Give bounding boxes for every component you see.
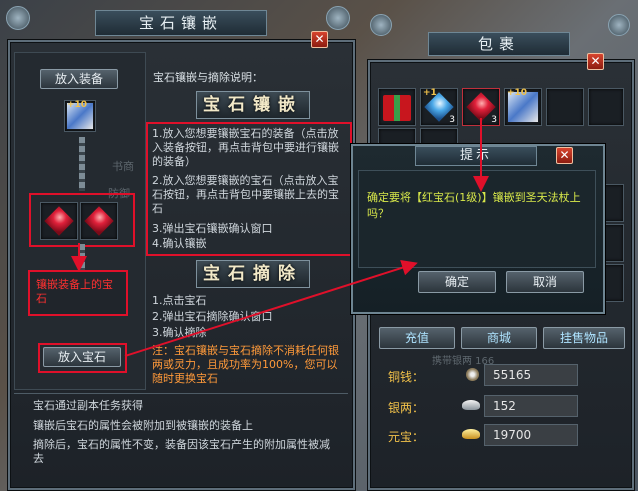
- inlaid-gem-label-box: 镶嵌装备上的宝石: [28, 270, 128, 316]
- put-equip-button[interactable]: 放入装备: [40, 69, 118, 89]
- instructions-header: 宝石镶嵌与摘除说明：: [153, 71, 263, 84]
- gem-inlay-title: 宝石镶嵌: [95, 10, 267, 36]
- gem-inlay-close-button[interactable]: ✕: [311, 31, 328, 48]
- equip-badge: +10: [67, 100, 88, 110]
- bag-close-button[interactable]: ✕: [587, 53, 604, 70]
- bag-slot-red-gem[interactable]: 3: [462, 88, 500, 126]
- bag-slot-blue-gem[interactable]: +1 3: [420, 88, 458, 126]
- remove-banner: 宝石摘除: [196, 260, 310, 288]
- footer-line-2: 镶嵌后宝石的属性会被附加到被镶嵌的装备上: [33, 419, 253, 432]
- footer-line-3: 摘除后，宝石的属性不变，装备因该宝石产生的附加属性被减去: [33, 438, 330, 465]
- dialog-close-button[interactable]: ✕: [556, 147, 573, 164]
- gold-ingot-icon: [462, 429, 480, 439]
- bag-title: 包裹: [428, 32, 570, 56]
- item-count-2: 3: [491, 115, 497, 125]
- item-badge-1: +1: [423, 88, 437, 98]
- dialog-cancel-button[interactable]: 取消: [506, 271, 584, 293]
- inlay-banner: 宝石镶嵌: [196, 91, 310, 119]
- dialog-message: 确定要将【红宝石(1级)】镶嵌到圣天法杖上吗？: [367, 191, 581, 220]
- chain-connector-lower-icon: [79, 244, 85, 270]
- currency-label: 银两：: [388, 401, 425, 415]
- bag-slot-empty[interactable]: [588, 88, 624, 126]
- gem-slot-2[interactable]: [80, 202, 118, 240]
- chain-connector-icon: [79, 137, 85, 191]
- silver-ingot-icon: [462, 400, 480, 410]
- silver-value: 152: [493, 399, 516, 413]
- inlay-step-1: 1.放入您想要镶嵌宝石的装备（点击放入装备按钮，再点击背包中要进行镶嵌的装备）: [152, 127, 339, 168]
- inlay-step-3: 3.弹出宝石镶嵌确认窗口: [152, 222, 273, 235]
- inlaid-gem-label: 镶嵌装备上的宝石: [36, 278, 113, 305]
- recharge-button[interactable]: 充值: [379, 327, 455, 349]
- red-gem-icon: [84, 206, 114, 236]
- copper-value: 55165: [493, 368, 532, 382]
- bag-slot-gift[interactable]: [378, 88, 416, 126]
- dialog-title: 提示: [415, 146, 537, 166]
- mall-button[interactable]: 商城: [461, 327, 537, 349]
- bag-window-ornament-left: [370, 14, 392, 36]
- bag-window-ornament-right: [608, 14, 630, 36]
- remove-step-1: 1.点击宝石: [152, 294, 207, 307]
- currency-label: 铜钱：: [388, 370, 425, 384]
- left-window-ornament-right: [322, 2, 352, 32]
- faded-bg-text-1: 书商: [112, 160, 134, 173]
- footer-divider: [14, 393, 348, 394]
- remove-note: 注：宝石镶嵌与宝石摘除不消耗任何银两或灵力，且成功率为100%，您可以随时更换宝…: [152, 344, 339, 385]
- inlay-step-4: 4.确认镶嵌: [152, 237, 207, 250]
- item-count-1: 3: [449, 115, 455, 125]
- gift-box-icon: [383, 95, 411, 121]
- bag-slot-empty[interactable]: [546, 88, 584, 126]
- copper-coin-icon: [466, 368, 479, 381]
- inlay-step-2: 2.放入您想要镶嵌的宝石（点击放入宝石按钮，再点击背包中要镶嵌上去的宝石: [152, 174, 339, 215]
- remove-step-2: 2.弹出宝石摘除确认窗口: [152, 310, 273, 323]
- left-window-ornament-left: [2, 2, 32, 32]
- currency-label: 元宝：: [388, 430, 425, 444]
- bag-slot-staff[interactable]: +10: [504, 88, 542, 126]
- red-gem-icon: [44, 206, 74, 236]
- dialog-ok-button[interactable]: 确定: [418, 271, 496, 293]
- gem-slot-1[interactable]: [40, 202, 78, 240]
- item-badge-2: +10: [507, 88, 528, 98]
- currency-row-copper: 铜钱： 55165: [380, 364, 624, 386]
- put-gem-button[interactable]: 放入宝石: [43, 347, 121, 367]
- consign-items-button[interactable]: 挂售物品: [543, 327, 625, 349]
- remove-step-3: 3.确认摘除: [152, 326, 207, 339]
- footer-line-1: 宝石通过副本任务获得: [33, 399, 143, 412]
- equip-slot[interactable]: +10: [64, 100, 96, 132]
- currency-row-silver: 银两： 152: [380, 395, 624, 417]
- currency-row-gold: 元宝： 19700: [380, 424, 624, 446]
- gold-value: 19700: [493, 428, 532, 442]
